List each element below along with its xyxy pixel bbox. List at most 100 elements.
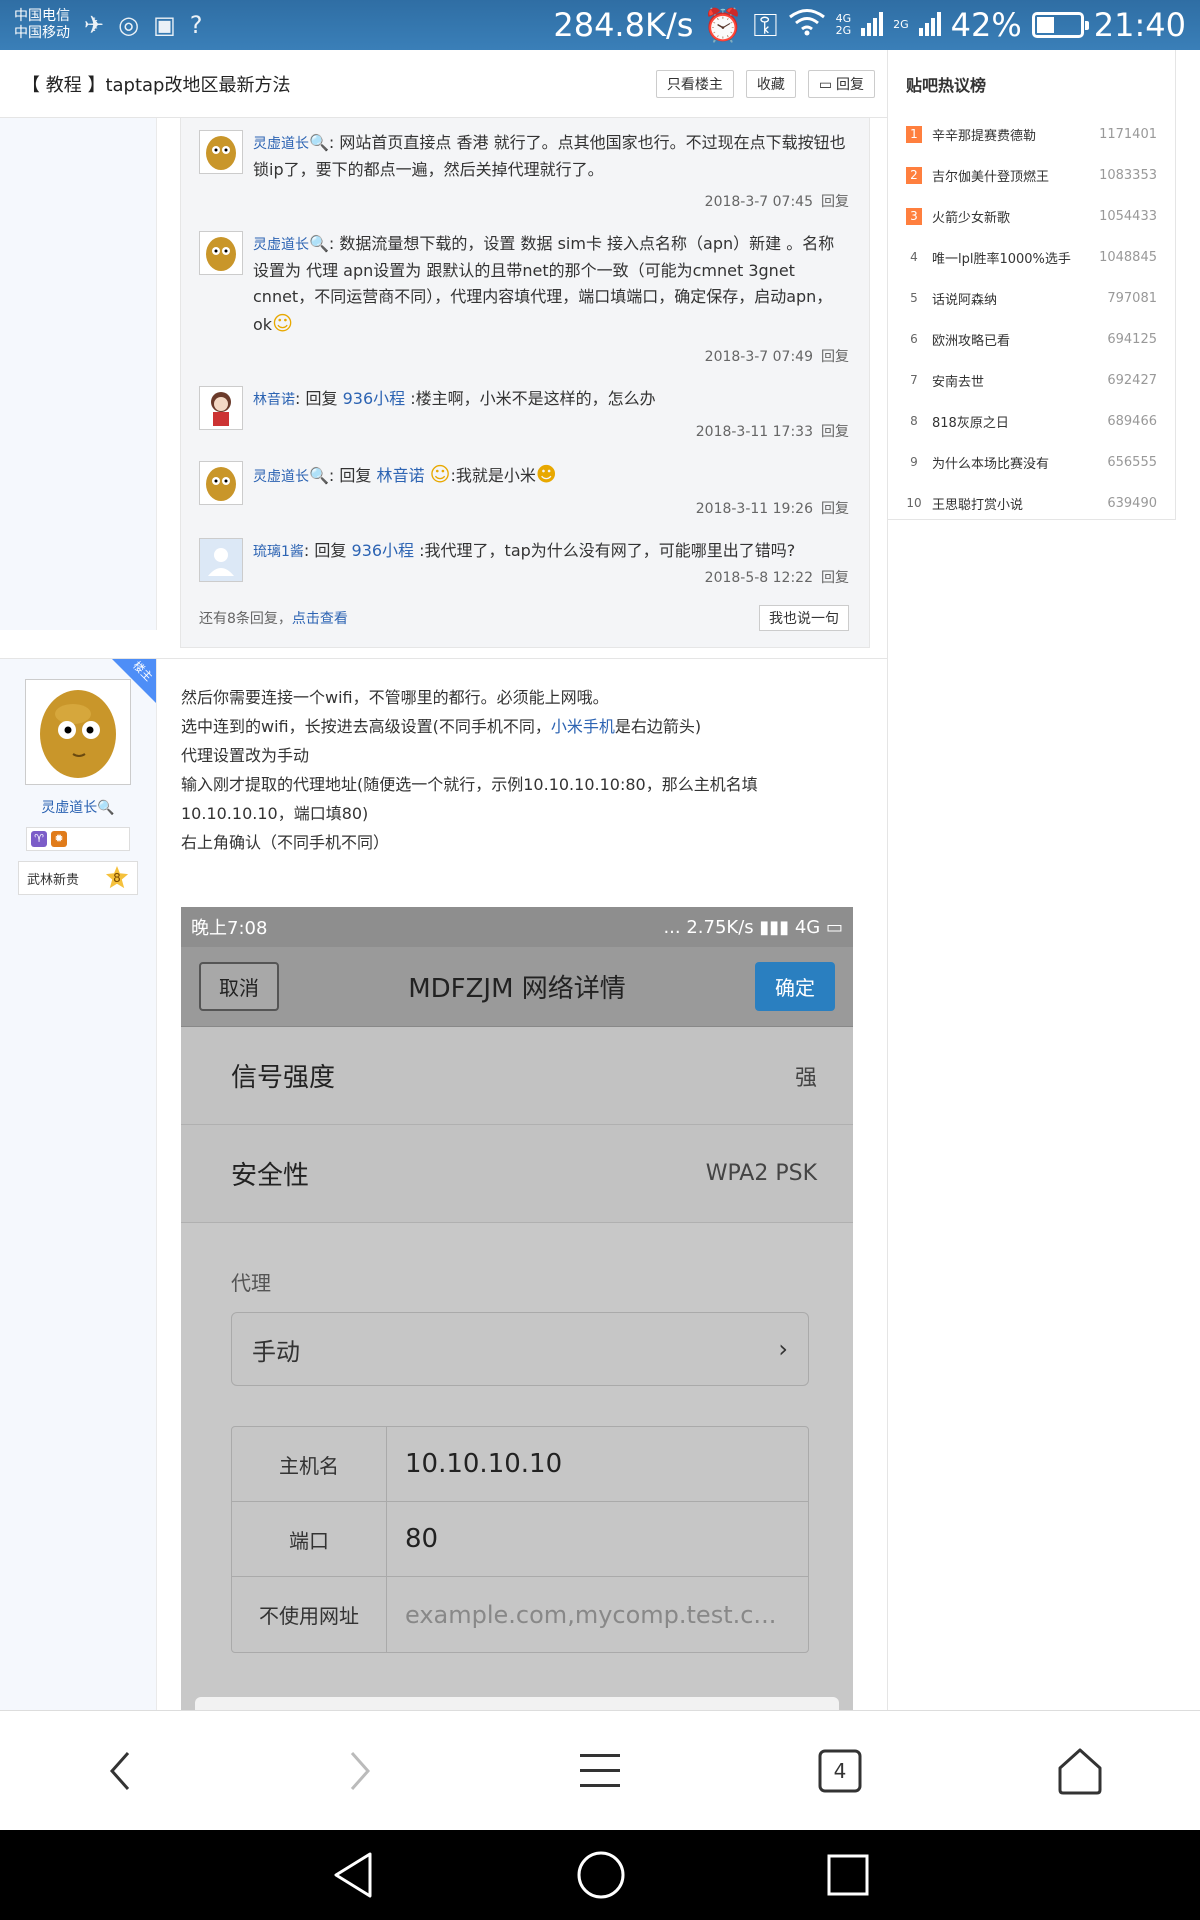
embedded-security-row: 安全性 WPA2 PSK (181, 1125, 853, 1223)
comment-icon: ▭ (818, 75, 836, 92)
sub-reply-target-user[interactable]: 936小程 (352, 541, 415, 560)
hot-topic-name[interactable]: 辛辛那提赛费德勒 (932, 125, 1099, 144)
embedded-proxy-section: 代理 (231, 1271, 271, 1295)
magnifier-badge-icon: 🔍 (97, 800, 115, 816)
hot-topic-name[interactable]: 王思聪打赏小说 (932, 494, 1107, 513)
wifi-question-icon: ? (189, 11, 203, 39)
post-line: 然后你需要连接一个wifi，不管哪里的都行。必须能上网哦。 (181, 688, 609, 707)
key-icon: ⚿ (753, 5, 778, 44)
signal-icon-2 (918, 6, 941, 44)
embedded-screenshot[interactable]: 晚上7:08 ... 2.75K/s ▮▮▮ 4G ▭ 取消 MDFZJM 网络… (181, 907, 853, 1710)
sub-reply-username[interactable]: 林音诺 (253, 392, 295, 408)
embedded-host-value: 10.10.10.10 (405, 1449, 563, 1479)
sub-reply-username[interactable]: 灵虚道长 (253, 136, 309, 152)
sub-reply-username[interactable]: 琉璃1酱 (253, 544, 304, 560)
nav-home-icon[interactable] (576, 1850, 626, 1900)
laugh-emoji-icon: ☻ (535, 462, 557, 486)
thread-title: 【 教程 】taptap改地区最新方法 (22, 74, 291, 96)
hot-topic-item[interactable]: 4 唯一lpl胜率1000%选手 1048845 (906, 237, 1157, 278)
hot-topic-name[interactable]: 唯一lpl胜率1000%选手 (932, 248, 1099, 267)
avatar[interactable] (199, 386, 243, 430)
avatar[interactable] (199, 231, 243, 275)
hot-topic-name[interactable]: 火箭少女新歌 (932, 207, 1099, 226)
embedded-signal-label: 信号强度 (231, 1063, 336, 1093)
hot-topic-rank: 1 (906, 126, 922, 143)
sub-reply-time: 2018-3-7 07:49 (704, 349, 813, 365)
satellite-icon: ✈ (84, 11, 105, 39)
sub-reply-reply-link[interactable]: 回复 (821, 424, 849, 440)
hot-topic-rank: 9 (910, 455, 918, 469)
post-text: 是右边箭头) (614, 717, 702, 736)
avatar[interactable] (199, 538, 243, 582)
home-button[interactable] (1045, 1736, 1115, 1806)
sub-reply-time: 2018-3-11 17:33 (695, 424, 813, 440)
network-speed: 284.8K/s (553, 6, 694, 44)
sub-reply-reply-link[interactable]: 回复 (821, 194, 849, 210)
sub-replies: 灵虚道长🔍: 网站首页直接点 香港 就行了。点其他国家也行。不过现在点下载按钮也… (180, 118, 870, 648)
hot-topic-count: 692427 (1107, 373, 1157, 388)
hot-topic-count: 1171401 (1099, 127, 1157, 142)
embedded-signal-icon: ▮▮▮ (759, 916, 790, 938)
sub-reply-target-user[interactable]: 936小程 (343, 389, 406, 408)
hot-topic-name[interactable]: 安南去世 (932, 371, 1107, 390)
sub-reply-target-user[interactable]: 林音诺 (377, 466, 425, 485)
avatar[interactable] (199, 130, 243, 174)
smiley-emoji-icon: ☺ (272, 311, 293, 335)
embedded-security-label: 安全性 (231, 1161, 310, 1191)
hot-topic-name[interactable]: 吉尔伽美什登顶燃王 (932, 166, 1099, 185)
medal-badge-icon[interactable]: ✹ (51, 831, 67, 847)
post-line: 代理设置改为手动 (181, 746, 310, 765)
embedded-signal-row: 信号强度 强 (181, 1027, 853, 1125)
forward-button[interactable] (325, 1736, 395, 1806)
sub-reply-username[interactable]: 灵虚道长 (253, 237, 309, 253)
hot-topic-item[interactable]: 5 话说阿森纳 797081 (906, 278, 1157, 319)
reply-button-label: 回复 (836, 75, 864, 92)
favorite-button[interactable]: 收藏 (745, 69, 796, 98)
hot-topic-item[interactable]: 3 火箭少女新歌 1054433 (906, 196, 1157, 237)
hot-topic-name[interactable]: 为什么本场比赛没有 (932, 453, 1107, 472)
chevron-right-icon (350, 1751, 371, 1790)
hot-topic-item[interactable]: 10 王思聪打赏小说 639490 (906, 483, 1157, 524)
hot-topic-item[interactable]: 8 818灰原之日 689466 (906, 401, 1157, 442)
embedded-battery-icon: ▭ (825, 916, 843, 938)
hot-topic-count: 1054433 (1099, 209, 1157, 224)
hot-topic-name[interactable]: 欧洲攻略已看 (932, 330, 1107, 349)
tabs-button[interactable]: 4 (805, 1736, 875, 1806)
say-something-button[interactable]: 我也说一句 (759, 605, 849, 631)
thread-main: 【 教程 】taptap改地区最新方法 只看楼主 收藏 ▭ 回复 灵虚道长🔍: … (0, 50, 888, 1710)
author-name[interactable]: 灵虚道长 (41, 800, 97, 816)
aries-badge-icon[interactable]: ♈ (31, 831, 47, 847)
hot-topic-item[interactable]: 7 安南去世 692427 (906, 360, 1157, 401)
only-op-button[interactable]: 只看楼主 (655, 69, 734, 98)
chevron-right-icon: › (778, 1335, 788, 1363)
system-nav-bar (0, 1830, 1200, 1920)
embedded-host-label: 主机名 (232, 1427, 387, 1501)
embedded-bypass-placeholder: example.com,mycomp.test.c... (405, 1600, 777, 1629)
carrier-2: 中国移动 (14, 25, 70, 41)
sub-reply-reply-link[interactable]: 回复 (821, 570, 849, 586)
nav-recents-icon[interactable] (826, 1853, 870, 1897)
view-more-link[interactable]: 点击查看 (292, 611, 348, 627)
sub-reply-reply-link[interactable]: 回复 (821, 501, 849, 517)
embedded-proxy-mode: 手动 (252, 1337, 300, 1366)
menu-button[interactable] (565, 1736, 635, 1806)
xiaomi-link[interactable]: 小米手机 (551, 717, 615, 736)
avatar[interactable] (199, 461, 243, 505)
author-level[interactable]: 武林新贵 8 (18, 861, 138, 895)
floor-2-content: 然后你需要连接一个wifi，不管哪里的都行。必须能上网哦。 选中连到的wifi，… (157, 659, 887, 1710)
hot-topic-item[interactable]: 6 欧洲攻略已看 694125 (906, 319, 1157, 360)
hot-topic-item[interactable]: 1 辛辛那提赛费德勒 1171401 (906, 114, 1157, 155)
sub-reply-prefix: 回复 (339, 466, 372, 485)
hot-topic-item[interactable]: 9 为什么本场比赛没有 656555 (906, 442, 1157, 483)
hot-topic-item[interactable]: 2 吉尔伽美什登顶燃王 1083353 (906, 155, 1157, 196)
sub-reply: 灵虚道长🔍: 数据流量想下载的，设置 数据 sim卡 接入点名称（apn）新建 … (199, 215, 849, 370)
hot-topic-count: 694125 (1107, 332, 1157, 347)
reply-button[interactable]: ▭ 回复 (807, 69, 875, 98)
sub-reply-text: 网站首页直接点 香港 就行了。点其他国家也行。不过现在点下载按钮也锁ip了，要下… (253, 133, 846, 179)
sub-reply-username[interactable]: 灵虚道长 (253, 469, 309, 485)
nav-back-icon[interactable] (330, 1850, 376, 1900)
hot-topic-name[interactable]: 话说阿森纳 (932, 289, 1107, 308)
back-button[interactable] (85, 1736, 155, 1806)
sub-reply-reply-link[interactable]: 回复 (821, 349, 849, 365)
hot-topic-name[interactable]: 818灰原之日 (932, 412, 1107, 431)
